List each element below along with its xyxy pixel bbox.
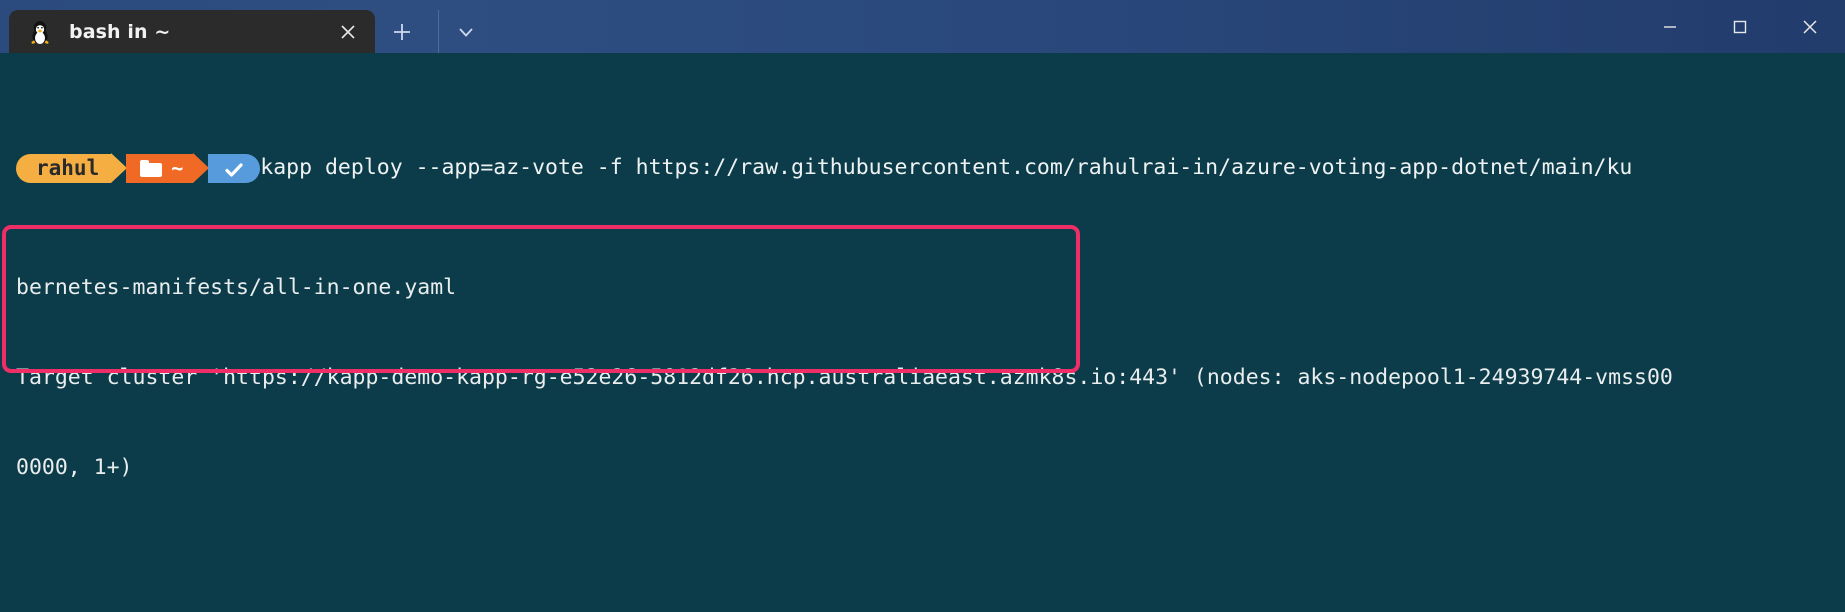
prompt-arrow-2 <box>193 153 210 183</box>
prompt-path-label: ~ <box>171 156 184 180</box>
maximize-button[interactable] <box>1705 0 1775 53</box>
terminal-window: bash in ~ rahul ~ kapp deploy --app=az-v… <box>0 0 1845 612</box>
command-text: kapp deploy --app=az-vote -f https://raw… <box>260 155 1633 180</box>
minimize-button[interactable] <box>1635 0 1705 53</box>
window-controls <box>1635 0 1845 53</box>
command-wrap-line: bernetes-manifests/all-in-one.yaml <box>16 275 457 300</box>
new-tab-button[interactable] <box>375 10 429 53</box>
title-bar: bash in ~ <box>0 0 1845 53</box>
tab-strip: bash in ~ <box>0 0 493 53</box>
prompt-user-segment: rahul <box>16 153 112 183</box>
prompt-status-segment <box>208 153 261 183</box>
terminal-surface[interactable]: rahul ~ kapp deploy --app=az-vote -f https… <box>0 53 1845 612</box>
target-cluster-line-1: Target cluster 'https://kapp-demo-kapp-r… <box>16 365 1673 390</box>
target-cluster-line-2: 0000, 1+) <box>16 455 133 480</box>
close-icon[interactable] <box>327 11 369 53</box>
window-close-button[interactable] <box>1775 0 1845 53</box>
folder-icon <box>140 159 163 177</box>
terminal-output: rahul ~ kapp deploy --app=az-vote -f https… <box>0 53 1845 612</box>
command-line: rahul ~ kapp deploy --app=az-vote -f https… <box>16 153 1845 183</box>
tab-bash-in-home[interactable]: bash in ~ <box>9 10 375 53</box>
prompt-arrow-1 <box>111 153 128 183</box>
tab-dropdown-button[interactable] <box>438 10 493 53</box>
powerline-prompt: rahul ~ <box>16 153 261 183</box>
tab-title: bash in ~ <box>69 20 171 43</box>
tux-penguin-icon <box>27 19 53 45</box>
check-circle-icon <box>222 158 246 178</box>
prompt-path-segment: ~ <box>126 153 194 183</box>
